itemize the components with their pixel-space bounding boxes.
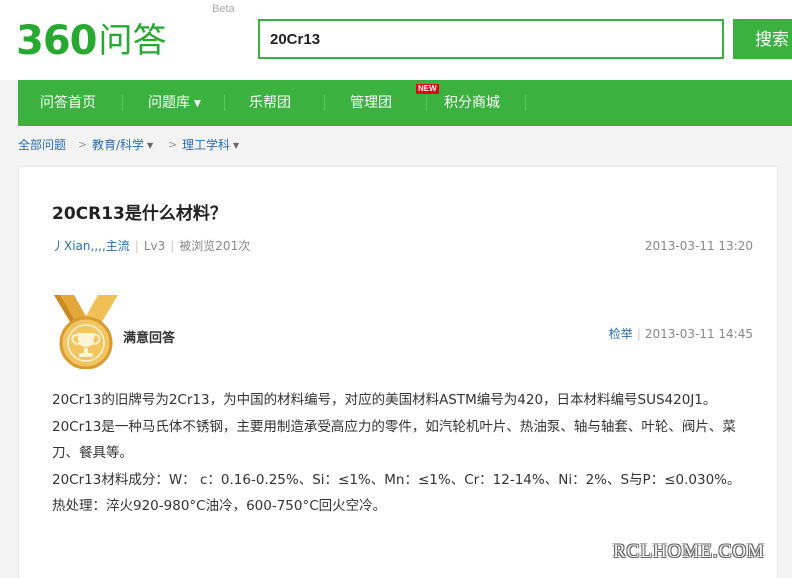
search-input[interactable]	[258, 19, 724, 59]
answer-body: 20Cr13的旧牌号为2Cr13，为中国的材料编号，对应的美国材料ASTM编号为…	[52, 387, 752, 520]
question-date: 2013-03-11 13:20	[644, 239, 753, 253]
answer-paragraph: 热处理：淬火920-980°C油冷，600-750°C回火空冷。	[52, 498, 387, 514]
nav-item-admin-team[interactable]: 管理团	[350, 80, 392, 126]
new-badge: NEW	[416, 84, 439, 94]
asker-name[interactable]: 丿Xian,,,,主流	[52, 239, 130, 253]
caret-down-icon: ▼	[233, 141, 240, 150]
meta-divider: |	[170, 239, 175, 253]
header: 360 问答 Beta 搜索	[0, 0, 792, 80]
breadcrumb-science[interactable]: 理工学科 ▼	[182, 136, 239, 156]
answer-date: 2013-03-11 14:45	[644, 327, 753, 341]
breadcrumb-education[interactable]: 教育/科学 ▼	[92, 136, 153, 156]
nav-label: 乐帮团	[249, 95, 291, 111]
nav-divider	[426, 95, 427, 111]
breadcrumb-separator: >	[168, 138, 178, 151]
answer-paragraph: 20Cr13的旧牌号为2Cr13，为中国的材料编号，对应的美国材料ASTM编号为…	[52, 392, 717, 408]
answer-meta: 检举 | 2013-03-11 14:45	[609, 326, 753, 342]
best-answer-label: 满意回答	[123, 331, 176, 346]
answer-paragraph: 20Cr13材料成分：W： c：0.16-0.25%、Si：≤1%、Mn：≤1%…	[52, 471, 741, 488]
nav-label: 积分商城	[444, 95, 500, 111]
asker-level: Lv3	[143, 239, 166, 253]
nav-divider	[525, 95, 526, 111]
nav-divider	[324, 95, 325, 111]
watermark: RCLHOME.COM	[613, 541, 765, 562]
question-card: 20CR13是什么材料？ 丿Xian,,,,主流 | Lv3 | 被浏览201次 201…	[18, 166, 778, 578]
question-meta: 丿Xian,,,,主流 | Lv3 | 被浏览201次	[52, 238, 250, 254]
breadcrumb-label: 理工学科	[182, 138, 231, 152]
question-title: 20CR13是什么材料？	[52, 204, 227, 224]
nav-item-home[interactable]: 问答首页	[40, 80, 96, 126]
nav-divider	[224, 95, 225, 111]
chevron-down-icon: ▼	[194, 99, 201, 109]
search-button[interactable]: 搜索	[733, 19, 792, 59]
nav-label: 管理团	[350, 95, 392, 111]
beta-label: Beta	[212, 3, 235, 15]
caret-down-icon: ▼	[147, 141, 154, 150]
breadcrumb-all-questions[interactable]: 全部问题	[18, 136, 66, 154]
site-logo[interactable]: 360 问答	[16, 17, 167, 61]
nav-divider	[122, 95, 123, 111]
view-count: 被浏览201次	[179, 239, 251, 253]
breadcrumb-separator: >	[78, 138, 88, 151]
nav-item-question-library[interactable]: 问题库 ▼	[148, 80, 201, 126]
nav-label: 问题库	[148, 95, 190, 111]
answer-paragraph: 20Cr13是一种马氏体不锈钢，主要用制造承受高应力的零件，如汽轮机叶片、热油泵…	[52, 418, 736, 462]
nav-item-points-mall[interactable]: 积分商城	[444, 80, 500, 126]
nav-item-help-team[interactable]: 乐帮团	[249, 80, 291, 126]
main-nav: 问答首页 问题库 ▼ 乐帮团 管理团 NEW 积分商城	[18, 80, 792, 126]
breadcrumb-label: 教育/科学	[92, 138, 145, 152]
meta-divider: |	[134, 239, 139, 253]
medal-icon	[54, 295, 118, 369]
meta-divider: |	[636, 327, 641, 341]
report-link[interactable]: 检举	[609, 327, 633, 341]
logo-text: 问答	[98, 21, 167, 61]
nav-label: 问答首页	[40, 95, 96, 111]
logo-number: 360	[16, 18, 97, 64]
